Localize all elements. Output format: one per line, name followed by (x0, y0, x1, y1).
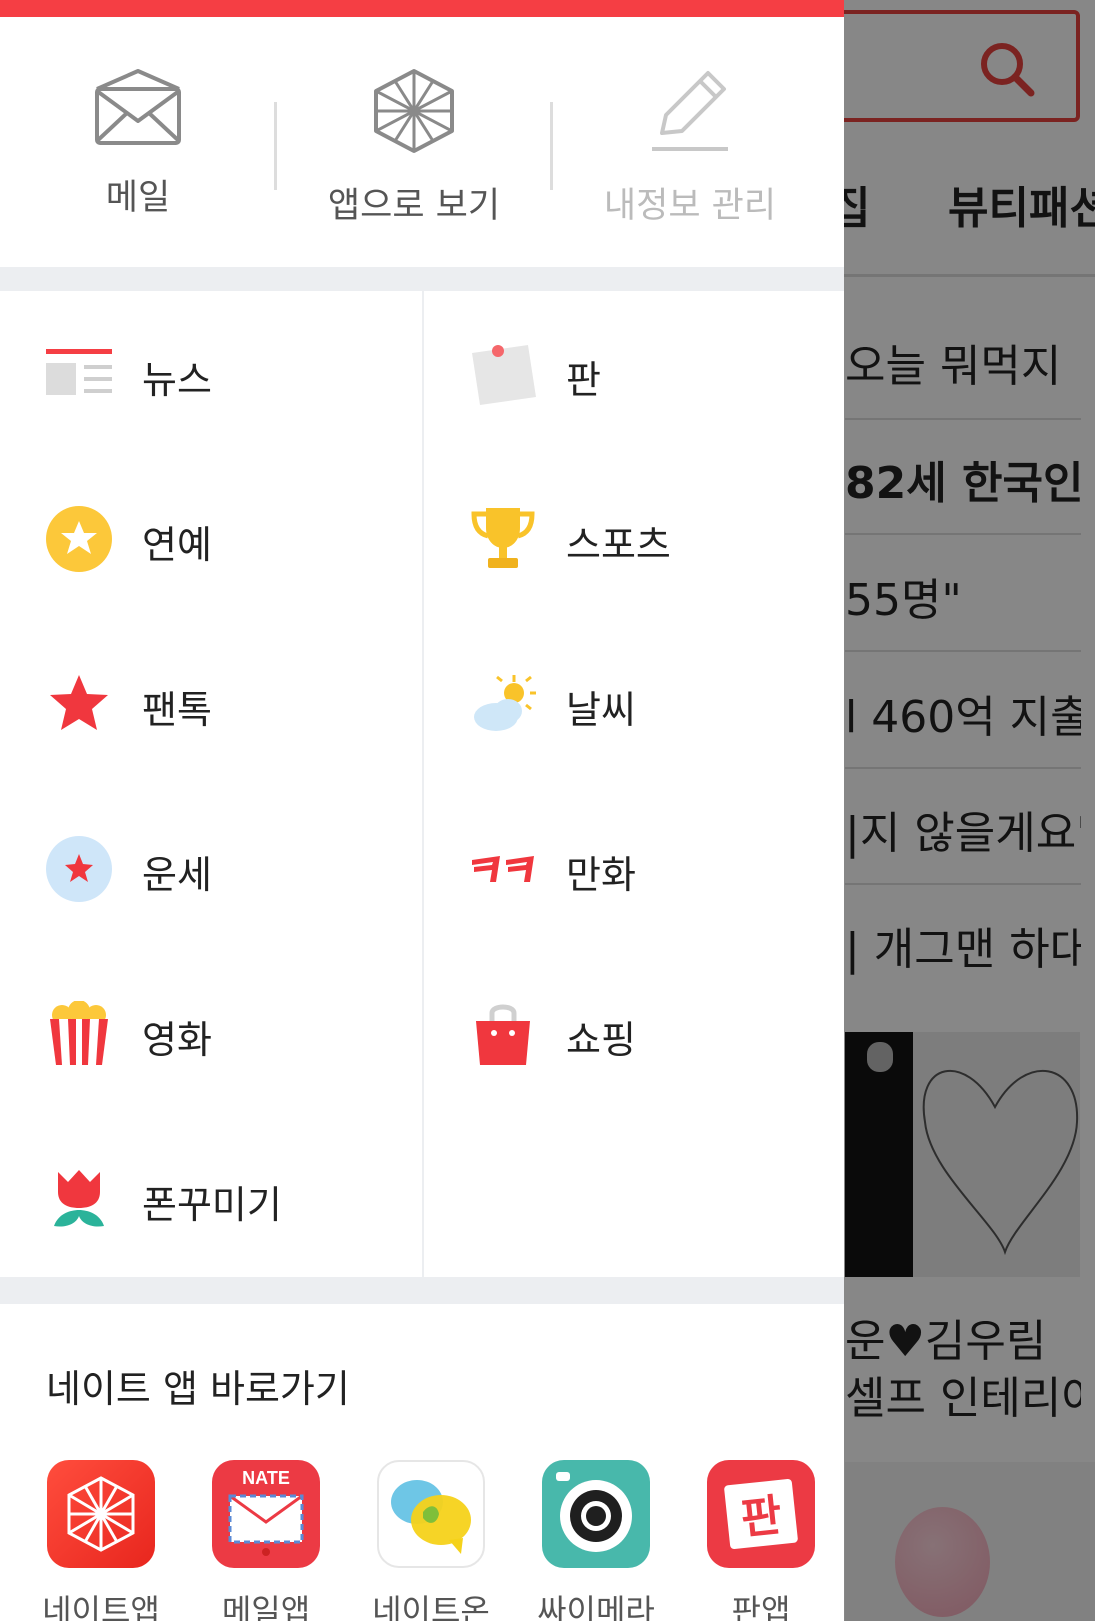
tulip-icon (54, 1170, 104, 1227)
news-icon (46, 349, 112, 395)
menu-label: 날씨 (566, 688, 636, 732)
app-label: 네이트앱 (42, 1592, 160, 1621)
app-view-label: 앱으로 보기 (327, 186, 501, 226)
menu-label: 폰꾸미기 (142, 1183, 282, 1227)
mail-app-badge: NATE (242, 1468, 290, 1488)
apps-section-title: 네이트 앱 바로가기 (46, 1367, 350, 1411)
app-cymera[interactable]: 싸이메라 (537, 1460, 655, 1621)
my-info-label: 내정보 관리 (603, 186, 777, 226)
menu-item-comics[interactable]: 만화 (424, 786, 844, 952)
popcorn-icon (50, 1001, 108, 1065)
accent-bar (0, 0, 844, 17)
trophy-icon (471, 508, 535, 568)
pencil-icon (652, 71, 728, 151)
section-gap (0, 267, 844, 291)
menu-label: 만화 (566, 853, 636, 897)
menu-grid: 뉴스 판 연예 스포츠 팬톡 날씨 운세 만화 영화 쇼핑 폰꾸미기 (0, 291, 844, 1282)
menu-item-phone-deco[interactable]: 폰꾸미기 (0, 1116, 422, 1282)
menu-item-pann[interactable]: 판 (424, 291, 844, 457)
menu-item-entertainment[interactable]: 연예 (0, 456, 422, 622)
menu-label: 쇼핑 (566, 1018, 636, 1062)
section-gap (0, 1277, 844, 1304)
menu-item-news[interactable]: 뉴스 (0, 291, 422, 457)
my-info-button[interactable]: 내정보 관리 (552, 67, 828, 228)
cymera-icon (542, 1460, 650, 1568)
mail-label: 메일 (105, 178, 171, 218)
menu-item-empty (424, 1116, 844, 1282)
app-view-button[interactable]: 앱으로 보기 (276, 67, 552, 228)
menu-item-sports[interactable]: 스포츠 (424, 456, 844, 622)
quick-actions: 메일 앱으로 보기 내정보 관리 (0, 17, 844, 267)
menu-label: 연예 (142, 523, 212, 567)
app-mail[interactable]: NATE 메일앱 (211, 1460, 321, 1621)
pann-app-badge: 판 (739, 1490, 785, 1545)
menu-item-weather[interactable]: 날씨 (424, 621, 844, 787)
menu-label: 뉴스 (142, 358, 212, 402)
menu-label: 스포츠 (566, 523, 671, 567)
menu-item-movies[interactable]: 영화 (0, 951, 422, 1117)
fortune-icon (46, 836, 112, 902)
side-drawer: 메일 앱으로 보기 내정보 관리 뉴스 판 연예 스포츠 팬톡 날씨 운세 만화… (0, 0, 844, 1621)
nate-app-icon (47, 1460, 155, 1568)
star-icon (50, 675, 108, 730)
shopping-bag-icon (476, 1004, 530, 1065)
comic-icon (472, 856, 534, 882)
cube-icon (374, 69, 454, 153)
app-label: 메일앱 (221, 1592, 311, 1621)
star-badge-icon (46, 506, 112, 572)
app-pann[interactable]: 판 판앱 (706, 1460, 816, 1621)
mail-button[interactable]: 메일 (0, 67, 276, 220)
menu-item-shopping[interactable]: 쇼핑 (424, 951, 844, 1117)
menu-label: 운세 (142, 853, 212, 897)
menu-label: 영화 (142, 1018, 212, 1062)
menu-label: 팬톡 (142, 688, 212, 732)
app-nate[interactable]: 네이트앱 (42, 1460, 160, 1621)
app-label: 네이트온 (372, 1592, 490, 1621)
nateon-icon (377, 1460, 485, 1568)
app-label: 판앱 (731, 1592, 791, 1621)
mail-app-icon: NATE (212, 1460, 320, 1568)
envelope-icon (95, 69, 181, 145)
memo-pin-icon (472, 345, 536, 405)
app-nateon[interactable]: 네이트온 (372, 1460, 490, 1621)
pann-app-icon: 판 (707, 1460, 815, 1568)
menu-label: 판 (566, 358, 601, 402)
menu-item-fantalk[interactable]: 팬톡 (0, 621, 422, 787)
menu-item-fortune[interactable]: 운세 (0, 786, 422, 952)
app-label: 싸이메라 (537, 1592, 655, 1621)
weather-icon (474, 675, 536, 731)
